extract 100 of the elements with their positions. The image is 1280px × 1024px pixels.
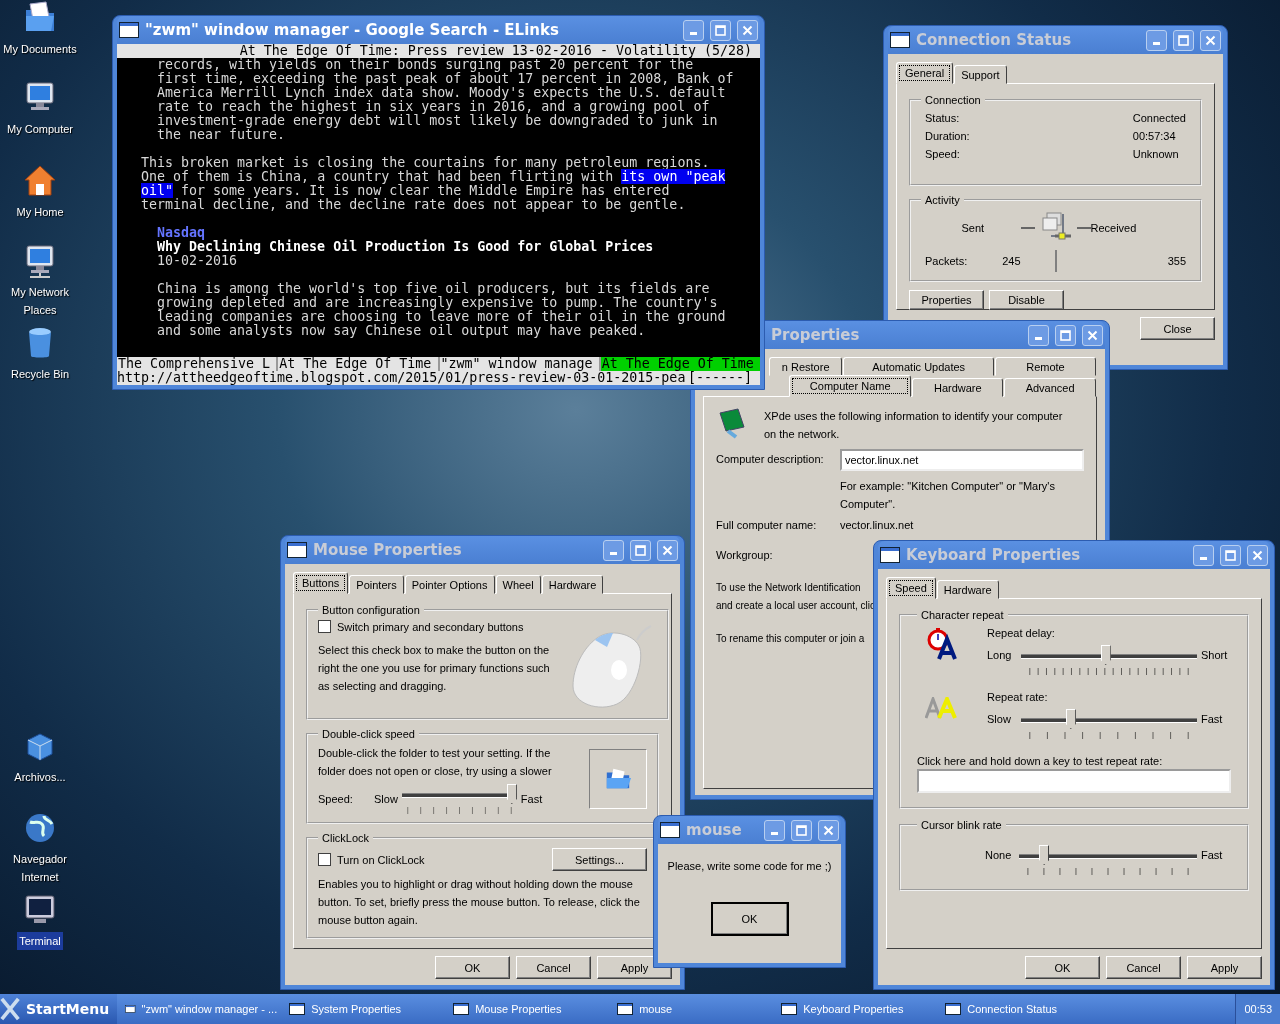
maximize-button[interactable] xyxy=(1055,324,1076,346)
tab[interactable]: Advanced xyxy=(1004,378,1096,397)
minimize-button[interactable] xyxy=(1146,29,1167,51)
desktop-icon-label[interactable]: Navegador Internet xyxy=(0,850,80,886)
article-line: and some analysts now say Chinese oil output may have peaked. xyxy=(157,323,646,338)
group-label: Character repeat xyxy=(920,609,1005,621)
dialog-button[interactable]: Cancel xyxy=(516,956,591,979)
maximize-button[interactable] xyxy=(710,19,731,41)
tab[interactable]: Hardware xyxy=(912,378,1004,397)
slider-thumb[interactable] xyxy=(1100,645,1111,665)
maximize-button[interactable] xyxy=(1173,29,1194,51)
close-button[interactable] xyxy=(818,819,839,841)
field-value: 00:57:34 xyxy=(1132,130,1177,142)
maximize-button[interactable] xyxy=(791,819,812,841)
page-title: At The Edge Of Time: Press review 13-02-2016 - Volatility (5/28) xyxy=(117,44,760,58)
slider[interactable] xyxy=(1021,709,1197,731)
slider-thumb[interactable] xyxy=(1039,845,1050,865)
slider-thumb[interactable] xyxy=(1065,709,1076,729)
tab[interactable]: Hardware xyxy=(936,580,999,599)
desktop-icon-label[interactable]: My Network Places xyxy=(0,283,80,319)
dialog-button[interactable]: Disable xyxy=(989,290,1064,310)
received-count: 355 xyxy=(1166,255,1186,267)
description-field[interactable]: vector.linux.net xyxy=(840,449,1084,471)
start-button[interactable]: StartMenu xyxy=(0,994,118,1024)
slider[interactable] xyxy=(1019,845,1197,867)
taskbar-item[interactable]: Connection Status xyxy=(941,998,1102,1020)
desktop-icon-label[interactable]: My Documents xyxy=(1,40,79,58)
desktop-icon-label[interactable]: Recycle Bin xyxy=(8,365,72,383)
group-label: Double-click speed xyxy=(321,728,416,740)
maximize-button[interactable] xyxy=(630,539,651,561)
field-label: Status: xyxy=(925,112,961,124)
group-label: ClickLock xyxy=(321,832,371,844)
maximize-button[interactable] xyxy=(1220,544,1241,566)
field-label: Full computer name: xyxy=(716,519,818,531)
checkbox-label[interactable]: Switch primary and secondary buttons xyxy=(337,620,524,633)
close-button[interactable] xyxy=(1200,29,1221,51)
taskbar-item[interactable]: "zwm" window manager - ... xyxy=(121,998,282,1020)
tab[interactable]: Hardware xyxy=(541,575,604,594)
slider[interactable] xyxy=(401,784,517,806)
close-button[interactable] xyxy=(657,539,678,561)
minimize-button[interactable] xyxy=(683,19,704,41)
close-button[interactable] xyxy=(737,19,758,41)
browser-tab[interactable]: The Comprehensive L xyxy=(117,357,277,371)
tab[interactable]: General xyxy=(896,62,954,84)
minimize-icon xyxy=(610,552,617,555)
window-icon xyxy=(660,822,680,838)
taskbar-item[interactable]: System Properties xyxy=(285,998,446,1020)
test-input-field[interactable] xyxy=(917,769,1231,793)
settings-button[interactable]: Settings... xyxy=(552,848,647,871)
window-icon xyxy=(119,22,139,38)
slider[interactable] xyxy=(1021,645,1197,667)
checkbox[interactable] xyxy=(318,620,331,633)
article-line: leading companies are choosing to leave more of their oil in the ground xyxy=(157,309,726,324)
test-area[interactable] xyxy=(589,749,647,809)
dialog-button[interactable]: Apply xyxy=(1187,956,1262,979)
desktop-icon-label[interactable]: My Computer xyxy=(5,120,75,138)
desktop-icon-label[interactable]: Archivos... xyxy=(12,768,68,786)
dialog-button[interactable]: OK xyxy=(435,956,510,979)
close-button[interactable] xyxy=(1082,324,1103,346)
taskbar-item[interactable]: mouse xyxy=(613,998,774,1020)
window-icon xyxy=(781,1003,798,1015)
dialog-button[interactable]: Properties xyxy=(909,290,984,310)
taskbar-item[interactable]: Mouse Properties xyxy=(449,998,610,1020)
checkbox[interactable] xyxy=(318,853,331,866)
tab[interactable]: Computer Name xyxy=(789,375,912,397)
desktop-icon-label[interactable]: My Home xyxy=(14,203,66,221)
close-dialog-button[interactable]: Close xyxy=(1140,317,1215,340)
tab[interactable]: Remote xyxy=(994,357,1096,376)
minimize-button[interactable] xyxy=(1028,324,1049,346)
clock: 00:53 xyxy=(1235,994,1280,1024)
dialog-button[interactable]: OK xyxy=(1025,956,1100,979)
minimize-icon xyxy=(1153,42,1160,45)
ok-button[interactable]: OK xyxy=(710,902,789,936)
field-label: Speed: xyxy=(925,148,961,160)
tab[interactable]: Buttons xyxy=(293,572,349,594)
article-line: terminal decline, and the decline rate does not appear to be gentle. xyxy=(141,197,686,212)
desktop-icon-label[interactable]: Terminal xyxy=(17,932,63,950)
house-icon[interactable] xyxy=(22,163,58,199)
minimize-button[interactable] xyxy=(603,539,624,561)
slider-max-label: Short xyxy=(1201,648,1229,661)
tab[interactable]: Support xyxy=(954,65,1007,84)
tab[interactable]: Wheel xyxy=(495,575,541,594)
tab[interactable]: Pointer Options xyxy=(404,575,495,594)
tab[interactable]: n Restore xyxy=(769,357,843,376)
tab[interactable]: Automatic Updates xyxy=(843,357,994,376)
taskbar-item[interactable]: Keyboard Properties xyxy=(777,998,938,1020)
minimize-button[interactable] xyxy=(764,819,785,841)
url-text: http://attheedgeoftime.blogspot.com/2015/01/press-review-03-01-2015-pea xyxy=(117,371,686,385)
checkbox-label[interactable]: Turn on ClickLock xyxy=(337,853,425,866)
source-link[interactable]: Nasdaq xyxy=(157,225,206,240)
slider-thumb[interactable] xyxy=(506,784,517,804)
dialog-button[interactable]: Cancel xyxy=(1106,956,1181,979)
minimize-button[interactable] xyxy=(1193,544,1214,566)
field-value: vector.linux.net xyxy=(840,519,915,531)
field-label: Computer description: xyxy=(716,452,825,465)
tab[interactable]: Pointers xyxy=(349,575,404,594)
close-button[interactable] xyxy=(1247,544,1268,566)
browser-tab[interactable]: At The Edge Of Time xyxy=(598,357,760,371)
tab[interactable]: Speed xyxy=(886,577,936,599)
window-title: Connection Status xyxy=(916,31,1072,49)
